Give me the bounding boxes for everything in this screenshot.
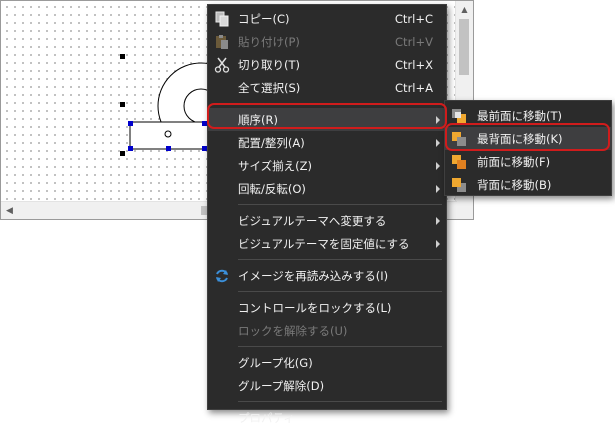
menu-item-label: 全て選択(S) [238,80,301,95]
selection-handle[interactable] [120,102,125,107]
menu-item-label: グループ化(G) [238,355,313,370]
menu-item-label: グループ解除(D) [238,378,325,393]
menu-item-label: ビジュアルテーマへ変更する [238,213,387,228]
menu-item-label: 順序(R) [238,112,278,127]
menu-item-copy[interactable]: コピー(C) Ctrl+C [208,7,446,30]
menu-item-rotate-flip[interactable]: 回転/反転(O) [208,177,446,200]
submenu-item-label: 最前面に移動(T) [477,108,562,123]
menu-item-shortcut: Ctrl+C [394,11,433,26]
menu-item-label: 切り取り(T) [238,57,300,72]
submenu-arrow-icon [436,217,440,225]
send-to-back-icon [451,131,467,147]
context-menu: コピー(C) Ctrl+C 貼り付け(P) Ctrl+V 切り取り(T) Ctr… [207,4,447,425]
menu-item-shortcut: Ctrl+X [395,57,433,72]
menu-item-align[interactable]: 配置/整列(A) [208,131,446,154]
submenu-item-label: 前面に移動(F) [477,154,551,169]
bring-forward-icon [451,154,467,170]
menu-item-shortcut: Ctrl+V [395,34,433,49]
menu-separator [238,259,442,260]
submenu-item-label: 最背面に移動(K) [477,131,563,146]
submenu-item-send-to-back[interactable]: 最背面に移動(K) [445,127,611,150]
menu-item-label: 貼り付け(P) [238,34,300,49]
menu-item-properties[interactable]: プロパティ [208,406,446,429]
copy-icon [214,11,230,27]
menu-item-lock-control[interactable]: コントロールをロックする(L) [208,296,446,319]
submenu-item-send-backward[interactable]: 背面に移動(B) [445,173,611,196]
menu-item-label: コピー(C) [238,11,290,26]
menu-item-cut[interactable]: 切り取り(T) Ctrl+X [208,53,446,76]
menu-item-change-visual-theme[interactable]: ビジュアルテーマへ変更する [208,209,446,232]
menu-item-size-match[interactable]: サイズ揃え(Z) [208,154,446,177]
scroll-left-icon[interactable]: ◀ [1,202,18,219]
bring-to-front-icon [451,108,467,124]
submenu-item-bring-forward[interactable]: 前面に移動(F) [445,150,611,173]
submenu-arrow-icon [436,162,440,170]
resize-handle[interactable] [166,146,171,151]
menu-item-select-all[interactable]: 全て選択(S) Ctrl+A [208,76,446,99]
selection-handle[interactable] [120,54,125,59]
menu-item-label: サイズ揃え(Z) [238,158,313,173]
resize-handle[interactable] [128,146,133,151]
menu-separator [238,204,442,205]
menu-item-unlock[interactable]: ロックを解除する(U) [208,319,446,342]
resize-handle[interactable] [128,121,133,126]
menu-item-label: プロパティ [238,410,295,425]
menu-item-ungroup[interactable]: グループ解除(D) [208,374,446,397]
menu-item-group[interactable]: グループ化(G) [208,351,446,374]
send-backward-icon [451,177,467,193]
cut-icon [214,57,230,73]
submenu-arrow-icon [436,139,440,147]
scroll-up-icon[interactable]: ▲ [456,1,473,18]
menu-separator [238,291,442,292]
submenu-arrow-icon [436,240,440,248]
menu-item-label: コントロールをロックする(L) [238,300,392,315]
menu-item-label: イメージを再読み込みする(I) [238,268,389,283]
submenu-arrow-icon [436,116,440,124]
menu-separator [238,346,442,347]
menu-item-fix-visual-theme[interactable]: ビジュアルテーマを固定値にする [208,232,446,255]
refresh-icon [214,268,230,284]
menu-item-order[interactable]: 順序(R) [208,108,446,131]
menu-separator [238,401,442,402]
submenu-arrow-icon [436,185,440,193]
menu-item-label: 回転/反転(O) [238,181,306,196]
selection-handle[interactable] [120,151,125,156]
menu-item-shortcut: Ctrl+A [395,80,433,95]
submenu-item-bring-to-front[interactable]: 最前面に移動(T) [445,104,611,127]
paste-icon [214,34,230,50]
scrollbar-corner [456,202,473,219]
menu-item-label: 配置/整列(A) [238,135,305,150]
menu-item-paste[interactable]: 貼り付け(P) Ctrl+V [208,30,446,53]
menu-item-label: ロックを解除する(U) [238,323,348,338]
rotation-handle[interactable] [164,130,172,138]
vertical-scroll-thumb[interactable] [459,19,469,75]
menu-separator [238,103,442,104]
menu-item-label: ビジュアルテーマを固定値にする [238,236,410,251]
order-submenu: 最前面に移動(T) 最背面に移動(K) 前面に移動(F) 背面に移動(B) [444,100,612,196]
menu-item-reload-image[interactable]: イメージを再読み込みする(I) [208,264,446,287]
submenu-item-label: 背面に移動(B) [477,177,552,192]
